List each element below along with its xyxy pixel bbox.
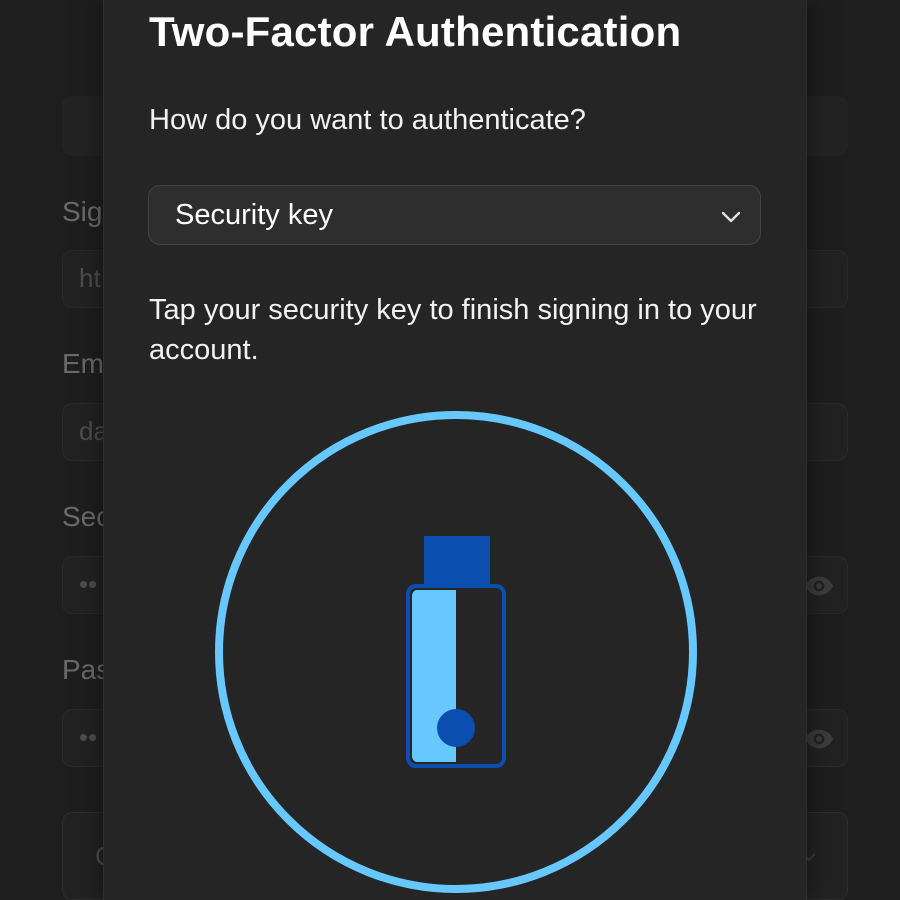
email-label: Em — [62, 348, 104, 379]
auth-method-selected-value: Security key — [175, 199, 333, 231]
signin-url-value: ht — [79, 263, 101, 293]
security-key-icon — [215, 411, 697, 893]
secret-value: •• — [79, 569, 98, 599]
key-contact — [437, 709, 475, 747]
security-key-instructions: Tap your security key to finish signing … — [149, 294, 757, 366]
auth-method-question: How do you want to authenticate? — [149, 104, 586, 136]
auth-method-select[interactable]: Security key — [148, 185, 761, 245]
eye-icon[interactable] — [803, 570, 835, 602]
eye-icon[interactable] — [803, 723, 835, 755]
key-cap — [424, 536, 490, 586]
password-value: •• — [79, 722, 98, 752]
two-factor-dialog: Two-Factor Authentication How do you wan… — [104, 0, 806, 900]
dialog-title: Two-Factor Authentication — [149, 8, 682, 55]
signin-url-label: Sig — [62, 196, 103, 227]
secret-label: Sec — [62, 501, 111, 532]
chevron-down-icon — [721, 211, 741, 223]
password-label: Pas — [62, 654, 111, 685]
